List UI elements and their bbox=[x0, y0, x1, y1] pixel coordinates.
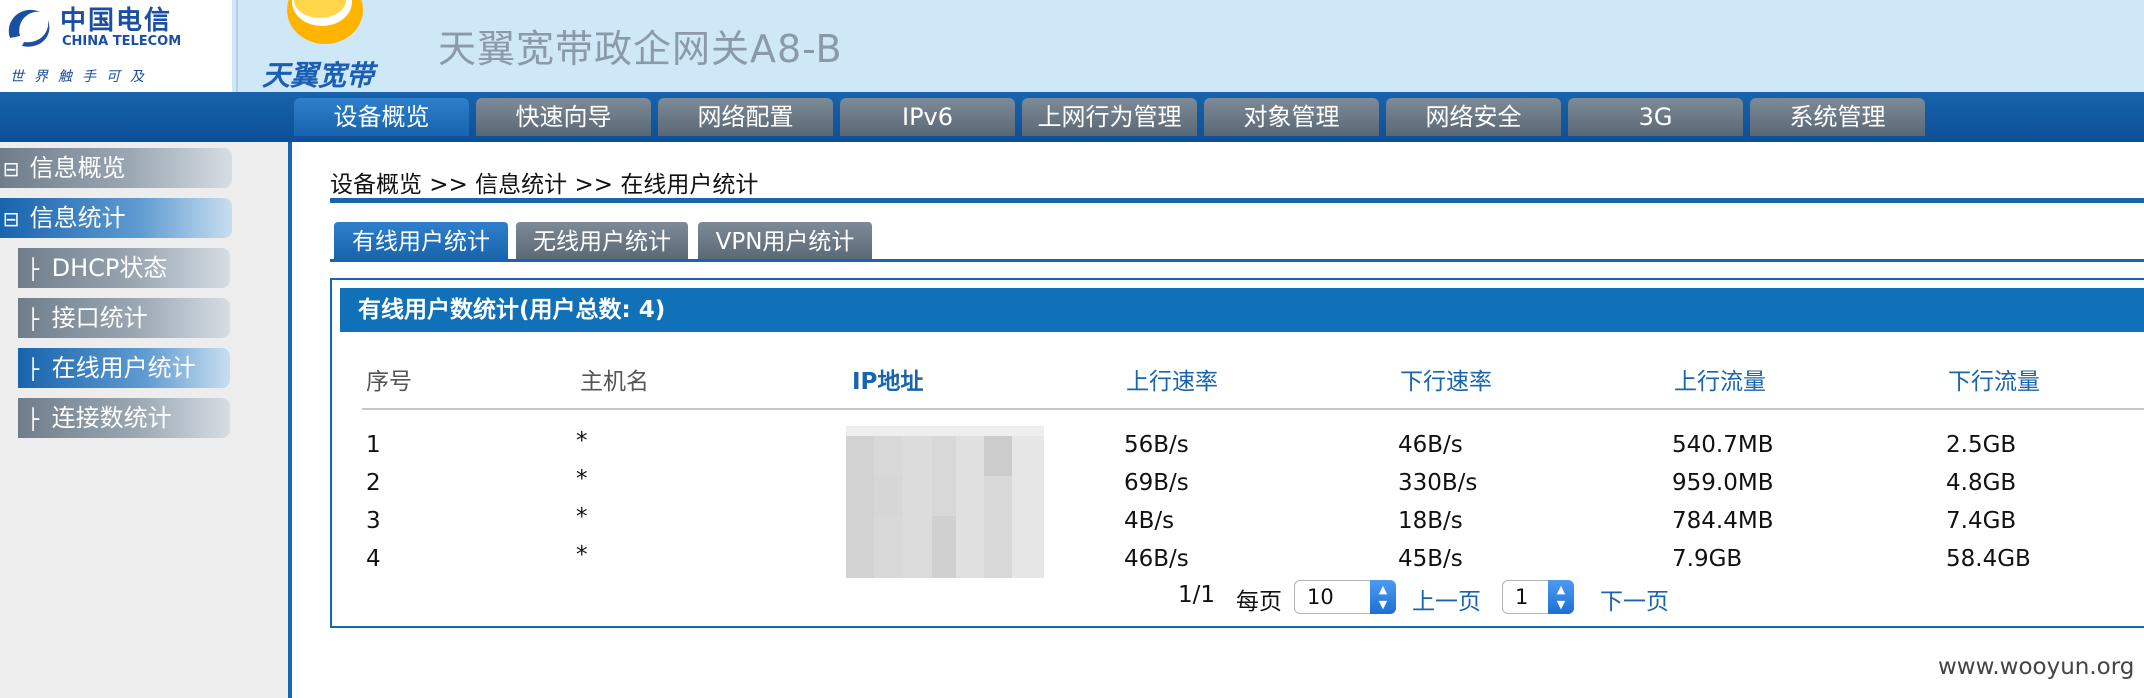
main-nav: 设备概览 快速向导 网络配置 IPv6 上网行为管理 对象管理 网络安全 3G … bbox=[0, 92, 2144, 142]
per-page-select[interactable]: 10 ▲ ▼ bbox=[1294, 580, 1396, 614]
column-header-upload-traffic[interactable]: 上行流量 bbox=[1674, 362, 1766, 396]
sidebar-item-label: 接口统计 bbox=[51, 304, 148, 332]
column-header-hostname: 主机名 bbox=[580, 369, 649, 395]
tree-branch-icon: ├ bbox=[26, 407, 40, 431]
sidebar-item-connection-statistics[interactable]: ├ 连接数统计 bbox=[18, 398, 230, 438]
select-stepper-icon: ▲ ▼ bbox=[1370, 580, 1396, 614]
sidebar-item-dhcp-status[interactable]: ├ DHCP状态 bbox=[18, 248, 230, 288]
column-header-ip[interactable]: IP地址 bbox=[852, 362, 923, 396]
column-header-upload-rate[interactable]: 上行速率 bbox=[1126, 362, 1218, 396]
row-2-download-traffic: 4.8GB bbox=[1946, 470, 2017, 496]
tree-branch-icon: ├ bbox=[26, 307, 40, 331]
tab-wireless-users[interactable]: 无线用户统计 bbox=[516, 222, 688, 260]
breadcrumb-divider bbox=[330, 198, 2144, 203]
row-4-download-traffic: 58.4GB bbox=[1946, 546, 2031, 572]
row-4-upload-traffic: 7.9GB bbox=[1672, 546, 1743, 572]
tab-vpn-users[interactable]: VPN用户统计 bbox=[698, 222, 872, 260]
row-3-upload-traffic: 784.4MB bbox=[1672, 508, 1774, 534]
nav-tab-quick-wizard[interactable]: 快速向导 bbox=[476, 98, 651, 136]
row-3-hostname: * bbox=[576, 504, 588, 530]
nav-tab-device-overview[interactable]: 设备概览 bbox=[294, 98, 469, 136]
select-stepper-icon: ▲ ▼ bbox=[1548, 580, 1574, 614]
sidebar-item-label: 连接数统计 bbox=[51, 404, 172, 432]
per-page-label: 每页 bbox=[1236, 589, 1282, 615]
row-1-hostname: * bbox=[576, 428, 588, 454]
nav-tab-system-management[interactable]: 系统管理 bbox=[1750, 98, 1925, 136]
logo-chinese-name: 中国电信 bbox=[60, 6, 173, 36]
nav-tab-behavior-management[interactable]: 上网行为管理 bbox=[1022, 98, 1197, 136]
collapse-icon: ⊟ bbox=[2, 207, 20, 231]
sidebar-item-online-users[interactable]: ├ 在线用户统计 bbox=[18, 348, 230, 388]
row-2-download-rate: 330B/s bbox=[1398, 470, 1478, 496]
row-4-upload-rate: 46B/s bbox=[1124, 546, 1189, 572]
subtab-divider bbox=[330, 259, 2144, 262]
page-info: 1/1 bbox=[1178, 582, 1216, 608]
row-4-index: 4 bbox=[366, 546, 381, 572]
column-header-index: 序号 bbox=[366, 369, 412, 395]
watermark: www.wooyun.org bbox=[1938, 654, 2135, 680]
breadcrumb: 设备概览 >> 信息统计 >> 在线用户统计 bbox=[330, 172, 759, 198]
row-1-download-traffic: 2.5GB bbox=[1946, 432, 2017, 458]
nav-tab-object-management[interactable]: 对象管理 bbox=[1204, 98, 1379, 136]
wired-users-panel: 有线用户数统计(用户总数: 4) bbox=[330, 278, 2144, 628]
pagination: 1/1 每页 10 ▲ ▼ 上一页 1 ▲ ▼ 下一页 bbox=[0, 578, 2144, 618]
tianyi-broadband-logo: 天翼宽带 bbox=[250, 0, 400, 92]
row-4-hostname: * bbox=[576, 542, 588, 568]
panel-title: 有线用户数统计(用户总数: 4) bbox=[340, 288, 2144, 332]
sidebar-item-label: DHCP状态 bbox=[51, 254, 168, 282]
telecom-swirl-icon bbox=[8, 9, 50, 47]
table-header-divider bbox=[362, 408, 2144, 410]
row-3-upload-rate: 4B/s bbox=[1124, 508, 1175, 534]
tianyi-sun-icon bbox=[287, 0, 363, 44]
logo-english-name: CHINA TELECOM bbox=[62, 34, 182, 49]
row-3-download-rate: 18B/s bbox=[1398, 508, 1463, 534]
row-2-upload-rate: 69B/s bbox=[1124, 470, 1189, 496]
tree-branch-icon: ├ bbox=[26, 257, 40, 281]
redacted-ip-addresses bbox=[846, 426, 1044, 578]
sidebar-item-info-statistics[interactable]: ⊟ 信息统计 bbox=[0, 198, 232, 238]
row-2-hostname: * bbox=[576, 466, 588, 492]
nav-tab-3g[interactable]: 3G bbox=[1568, 98, 1743, 136]
row-3-index: 3 bbox=[366, 508, 381, 534]
sidebar-item-label: 在线用户统计 bbox=[51, 354, 196, 382]
page-number-value: 1 bbox=[1515, 585, 1529, 609]
column-header-download-rate[interactable]: 下行速率 bbox=[1400, 362, 1492, 396]
page-number-select[interactable]: 1 ▲ ▼ bbox=[1502, 580, 1574, 614]
sidebar-item-label: 信息概览 bbox=[29, 154, 126, 182]
sidebar-item-label: 信息统计 bbox=[29, 204, 126, 232]
product-title: 天翼宽带政企网关A8-B bbox=[438, 27, 843, 71]
column-header-download-traffic[interactable]: 下行流量 bbox=[1948, 362, 2040, 396]
row-1-upload-traffic: 540.7MB bbox=[1672, 432, 1774, 458]
row-1-index: 1 bbox=[366, 432, 381, 458]
row-1-upload-rate: 56B/s bbox=[1124, 432, 1189, 458]
row-1-download-rate: 46B/s bbox=[1398, 432, 1463, 458]
logo-divider bbox=[236, 0, 238, 92]
per-page-value: 10 bbox=[1307, 585, 1334, 609]
row-2-index: 2 bbox=[366, 470, 381, 496]
sidebar-item-interface-statistics[interactable]: ├ 接口统计 bbox=[18, 298, 230, 338]
prev-page-link[interactable]: 上一页 bbox=[1412, 582, 1481, 616]
tree-branch-icon: ├ bbox=[26, 357, 40, 381]
row-4-download-rate: 45B/s bbox=[1398, 546, 1463, 572]
logo-slogan: 世界触手可及 bbox=[10, 69, 154, 85]
collapse-icon: ⊟ bbox=[2, 157, 20, 181]
nav-tab-network-security[interactable]: 网络安全 bbox=[1386, 98, 1561, 136]
tab-wired-users[interactable]: 有线用户统计 bbox=[334, 222, 508, 260]
china-telecom-logo: 中国电信 CHINA TELECOM 世界触手可及 bbox=[0, 0, 232, 92]
nav-tab-network-config[interactable]: 网络配置 bbox=[658, 98, 833, 136]
header-banner: 中国电信 CHINA TELECOM 世界触手可及 天翼宽带 天翼宽带政企网关A… bbox=[0, 0, 2144, 92]
nav-tab-ipv6[interactable]: IPv6 bbox=[840, 98, 1015, 136]
row-3-download-traffic: 7.4GB bbox=[1946, 508, 2017, 534]
tianyi-logo-text: 天翼宽带 bbox=[262, 59, 375, 92]
sidebar-item-info-overview[interactable]: ⊟ 信息概览 bbox=[0, 148, 232, 188]
next-page-link[interactable]: 下一页 bbox=[1600, 582, 1669, 616]
row-2-upload-traffic: 959.0MB bbox=[1672, 470, 1774, 496]
